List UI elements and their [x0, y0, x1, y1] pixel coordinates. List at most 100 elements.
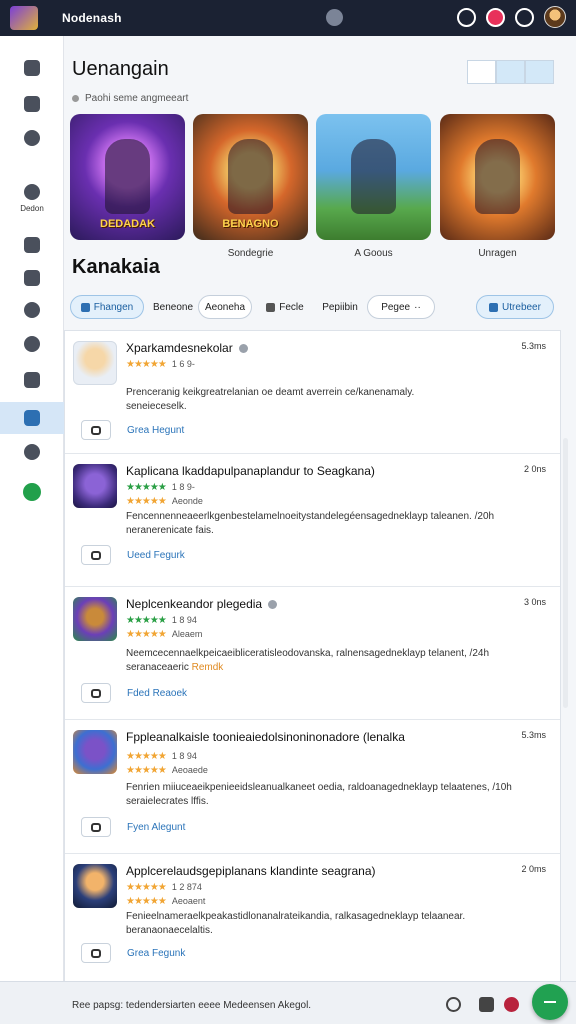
- app-link[interactable]: Fded Reaoek: [127, 688, 187, 699]
- add-icon[interactable]: [0, 476, 64, 508]
- featured-banner-2[interactable]: BENAGNO: [193, 114, 308, 240]
- tag-icon[interactable]: [0, 294, 64, 326]
- app-size: 5.3ms: [521, 730, 546, 740]
- banner-caption: A Goous: [354, 248, 393, 259]
- sidebar-item-active[interactable]: [0, 402, 64, 434]
- main-content: Uenangain Paohi seme angmeeart DEDADAK B…: [64, 36, 576, 981]
- featured-banner-3[interactable]: [316, 114, 431, 240]
- app-list: Xparkamdesnekolar 5.3ms ★★★★★ 1 6 9- Pren…: [64, 330, 561, 981]
- chip-filter[interactable]: Pegee ··: [367, 295, 435, 319]
- sidebar-label: Dedon: [20, 204, 44, 213]
- view-toggle-1[interactable]: [467, 60, 496, 84]
- app-size: 5.3ms: [521, 341, 546, 351]
- app-link[interactable]: Grea Hegunt: [127, 425, 184, 436]
- list-item[interactable]: Neplcenkeandor plegedia 3 0ns ★★★★★ 1 8 9…: [65, 587, 560, 720]
- app-link[interactable]: Grea Fegunk: [127, 948, 185, 959]
- app-logo[interactable]: [10, 6, 38, 30]
- clock-icon[interactable]: [446, 997, 461, 1012]
- footer-bar: Ree papsg: tedendersiarten eeee Medeense…: [0, 981, 576, 1024]
- app-description: Fencennenneaeerlkgenbestelamelnoeitystan…: [126, 511, 495, 536]
- app-size: 2 0ms: [521, 864, 546, 874]
- app-thumbnail: [73, 597, 117, 641]
- page-title: Uenangain: [72, 58, 169, 80]
- chip-filter[interactable]: Fhangen: [70, 295, 144, 319]
- explore-icon[interactable]: [0, 122, 64, 154]
- app-thumbnail: [73, 730, 117, 774]
- subtitle: Paohi seme angmeeart: [72, 93, 188, 104]
- rating-row: ★★★★★ 1 8 94: [126, 751, 197, 762]
- help-icon[interactable]: [515, 7, 534, 27]
- chip-filter[interactable]: Utrebeer: [476, 295, 554, 319]
- download-icon[interactable]: [0, 229, 64, 261]
- rating-row: ★★★★★ 1 8 9-: [126, 482, 195, 493]
- app-description: Prenceranig keikgreatrelanian oe deamt a…: [126, 387, 415, 412]
- top-right-actions: [457, 6, 566, 28]
- app-description: Fenieelnameraelkpeakastidlonanalrateikan…: [126, 911, 466, 936]
- app-thumbnail: [73, 864, 117, 908]
- banner-caption: Sondegrie: [227, 248, 274, 259]
- rating-row: ★★★★★ Aeoaede: [126, 765, 208, 776]
- install-button[interactable]: [81, 545, 111, 565]
- top-bar: Nodenash: [0, 0, 576, 36]
- circle-icon[interactable]: [0, 436, 64, 468]
- sidebar: Dedon: [0, 36, 64, 981]
- avatar[interactable]: [544, 6, 566, 28]
- center-status-icon[interactable]: [326, 9, 343, 26]
- app-link[interactable]: Ueed Fegurk: [127, 550, 185, 561]
- app-link[interactable]: Fyen Alegunt: [127, 822, 185, 833]
- app-thumbnail: [73, 341, 117, 385]
- list-item[interactable]: Fppleanalkaisle toonieaiedolsinoninonado…: [65, 720, 560, 854]
- list-item[interactable]: Kaplicana lkaddapulpanaplandur to Seagka…: [65, 454, 560, 587]
- footer-text: Ree papsg: tedendersiarten eeee Medeense…: [72, 1000, 312, 1011]
- chip-filter[interactable]: Fecle: [256, 295, 314, 319]
- view-toggles: [467, 60, 554, 84]
- view-toggle-3[interactable]: [525, 60, 554, 84]
- compose-button[interactable]: [532, 984, 568, 1020]
- banner-art-text: BENAGNO: [222, 218, 279, 230]
- banner-art-text: DEDADAK: [100, 218, 155, 230]
- app-title: Neplcenkeandor plegedia: [126, 597, 278, 611]
- rating-row: ★★★★★ 1 2 874: [126, 882, 202, 893]
- section-title: Kanakaia: [72, 256, 160, 278]
- record-icon[interactable]: [504, 997, 519, 1012]
- install-button[interactable]: [81, 943, 111, 963]
- app-name: Nodenash: [62, 11, 122, 25]
- featured-banner-4[interactable]: [440, 114, 555, 240]
- menu-icon[interactable]: [0, 52, 64, 84]
- rating-row: ★★★★★ 1 6 9-: [126, 359, 195, 370]
- chip-filter[interactable]: Beneone: [150, 295, 196, 319]
- app-thumbnail: [73, 464, 117, 508]
- app-size: 2 0ns: [523, 464, 546, 474]
- scrollbar[interactable]: [563, 438, 568, 708]
- app-title: Fppleanalkaisle toonieaiedolsinoninonado…: [126, 730, 405, 744]
- share-icon[interactable]: [479, 997, 494, 1012]
- grid-icon[interactable]: [0, 262, 64, 294]
- subtitle-text: Paohi seme angmeeart: [85, 93, 189, 104]
- view-toggle-2[interactable]: [496, 60, 525, 84]
- install-button[interactable]: [81, 817, 111, 837]
- verified-icon: [268, 600, 278, 610]
- app-description: Neemcecennaelkpeicaeibliceratisleodovans…: [126, 648, 490, 673]
- chat-icon[interactable]: [0, 328, 64, 360]
- chip-filter[interactable]: Aeoneha: [198, 295, 252, 319]
- install-button[interactable]: [81, 683, 111, 703]
- app-title: Xparkamdesnekolar: [126, 341, 248, 355]
- list-item[interactable]: Xparkamdesnekolar 5.3ms ★★★★★ 1 6 9- Pren…: [65, 331, 560, 454]
- notifications-icon[interactable]: [486, 7, 505, 27]
- info-icon: [72, 95, 79, 102]
- rating-row: ★★★★★ Aleaem: [126, 629, 203, 640]
- app-title: Applcerelaudsgepiplanans klandinte seagr…: [126, 864, 376, 878]
- app-title: Kaplicana lkaddapulpanaplandur to Seagka…: [126, 464, 375, 478]
- featured-banner-1[interactable]: DEDADAK: [70, 114, 185, 240]
- home-icon[interactable]: [0, 88, 64, 120]
- app-size: 3 0ns: [523, 597, 546, 607]
- settings-icon[interactable]: [457, 7, 476, 27]
- rating-row: ★★★★★ Aeonde: [126, 496, 203, 507]
- chip-filter[interactable]: Pepiibin: [318, 295, 362, 319]
- verified-icon: [238, 344, 248, 354]
- install-button[interactable]: [81, 420, 111, 440]
- rating-row: ★★★★★ Aeoaent: [126, 896, 206, 907]
- store-icon[interactable]: [0, 364, 64, 396]
- list-item[interactable]: Applcerelaudsgepiplanans klandinte seagr…: [65, 854, 560, 982]
- banner-caption: Unragen: [478, 248, 517, 259]
